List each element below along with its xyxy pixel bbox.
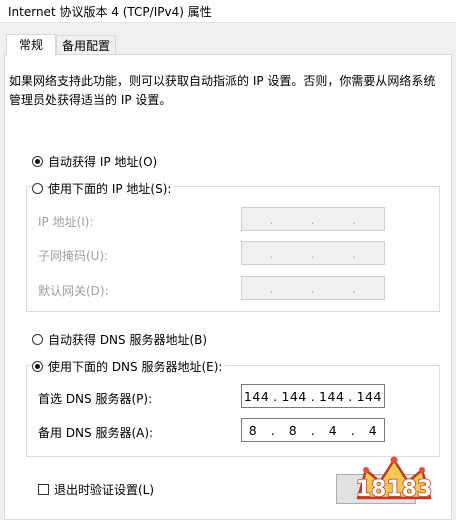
dot-separator: . [310,280,316,296]
preferred-dns-field[interactable]: 144. 144. 144. 144 [241,384,385,408]
validate-on-exit-checkbox[interactable]: 退出时验证设置(L) [38,481,154,498]
window-title: Internet 协议版本 4 (TCP/IPv4) 属性 [8,5,212,19]
title-bar: Internet 协议版本 4 (TCP/IPv4) 属性 [0,0,456,23]
description-text: 如果网络支持此功能，则可以获取自动指派的 IP 设置。否则，你需要从网络系统管理… [9,74,436,107]
dot-separator: . [310,422,316,438]
site-watermark-logo: 18183 [355,456,433,503]
auto-dns-radio[interactable]: 自动获得 DNS 服务器地址(B) [32,331,211,348]
dot-separator: . [269,245,275,261]
tab-general[interactable]: 常规 [6,34,56,56]
ip-address-label: IP 地址(I): [38,215,94,229]
dot-separator: . [310,245,316,261]
manual-ip-radio[interactable]: 使用下面的 IP 地址(S): [32,180,175,197]
manual-dns-label: 使用下面的 DNS 服务器地址(E): [48,358,226,375]
default-gateway-field[interactable]: . . . [241,276,385,300]
alternate-dns-octet-4: 4 [368,422,378,438]
tab-alternate-config-label: 备用配置 [61,39,110,53]
subnet-mask-field[interactable]: . . . [241,241,385,265]
auto-ip-radio[interactable]: 自动获得 IP 地址(O) [32,153,161,170]
tab-general-label: 常规 [18,38,43,52]
dot-separator: . [351,211,357,227]
dot-separator: . [270,422,276,438]
alternate-dns-octet-2: 8 [288,422,298,438]
subnet-mask-label: 子网掩码(U): [38,249,109,263]
validate-checkbox-box[interactable] [38,484,49,495]
dot-separator: . [269,280,275,296]
dot-separator: . [310,211,316,227]
alternate-dns-octet-1: 8 [248,422,258,438]
auto-dns-radio-dot[interactable] [32,334,43,345]
manual-ip-label: 使用下面的 IP 地址(S): [48,180,175,197]
dot-separator: . [273,388,278,404]
preferred-dns-octet-1: 144 [243,388,270,404]
manual-dns-radio-dot[interactable] [32,361,43,372]
dot-separator: . [351,245,357,261]
watermark-text: 18183 [356,477,433,502]
validate-label: 退出时验证设置(L) [54,483,155,497]
tab-alternate-config[interactable]: 备用配置 [56,35,116,56]
alternate-dns-octet-3: 4 [328,422,338,438]
alternate-dns-label: 备用 DNS 服务器(A): [38,426,154,440]
manual-ip-radio-dot[interactable] [32,183,43,194]
dot-separator: . [269,211,275,227]
alternate-dns-field[interactable]: 8. 8. 4. 4 [241,418,385,442]
dot-separator: . [351,280,357,296]
dot-separator: . [350,422,356,438]
dns-settings-group [26,365,440,457]
default-gateway-label: 默认网关(D): [38,284,109,298]
preferred-dns-octet-4: 144 [356,388,382,404]
auto-ip-radio-dot[interactable] [32,156,43,167]
manual-dns-radio[interactable]: 使用下面的 DNS 服务器地址(E): [32,358,226,375]
preferred-dns-octet-2: 144 [281,388,307,404]
dot-separator: . [310,388,316,404]
preferred-dns-octet-3: 144 [319,388,345,404]
ip-address-field[interactable]: . . . [241,207,385,231]
auto-ip-label: 自动获得 IP 地址(O) [48,153,161,170]
dot-separator: . [348,388,353,404]
preferred-dns-label: 首选 DNS 服务器(P): [38,392,153,406]
auto-dns-label: 自动获得 DNS 服务器地址(B) [48,331,211,348]
